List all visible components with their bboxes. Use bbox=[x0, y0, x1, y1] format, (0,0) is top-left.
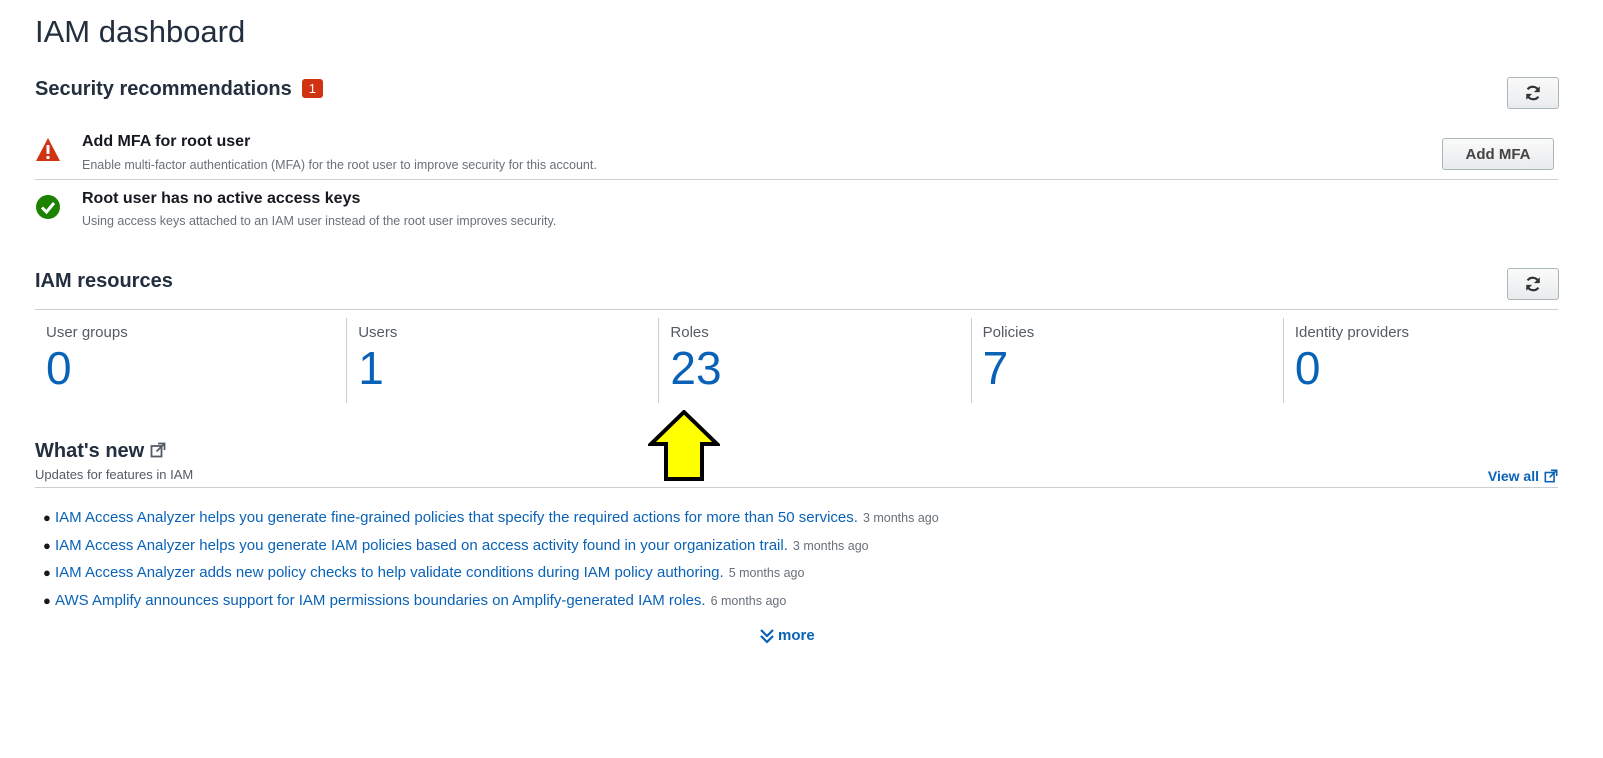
bullet: ● bbox=[43, 592, 51, 608]
annotation-up-arrow-icon bbox=[648, 410, 720, 481]
resource-count-link[interactable]: 7 bbox=[983, 345, 1009, 391]
bullet: ● bbox=[43, 537, 51, 553]
security-refresh-button[interactable] bbox=[1507, 77, 1559, 109]
iam-resources-title: IAM resources bbox=[35, 270, 173, 292]
resource-count-link[interactable]: 23 bbox=[670, 345, 721, 391]
resource-user-groups: User groups 0 bbox=[35, 318, 346, 403]
resource-users: Users 1 bbox=[346, 318, 658, 403]
recommendations-count-badge: 1 bbox=[301, 79, 323, 98]
news-link[interactable]: IAM Access Analyzer helps you generate I… bbox=[55, 537, 788, 554]
recommendation-title: Add MFA for root user bbox=[82, 133, 251, 150]
list-item: ● AWS Amplify announces support for IAM … bbox=[43, 592, 939, 620]
recommendation-title: Root user has no active access keys bbox=[82, 190, 361, 207]
recommendation-description: Using access keys attached to an IAM use… bbox=[82, 214, 557, 228]
refresh-icon bbox=[1526, 276, 1540, 292]
news-link[interactable]: AWS Amplify announces support for IAM pe… bbox=[55, 592, 706, 609]
resources-refresh-button[interactable] bbox=[1507, 268, 1559, 300]
resource-label: Users bbox=[358, 324, 398, 341]
view-all-link[interactable]: View all bbox=[1488, 468, 1558, 484]
page-title: IAM dashboard bbox=[35, 14, 246, 49]
bullet: ● bbox=[43, 510, 51, 525]
recommendation-description: Enable multi-factor authentication (MFA)… bbox=[82, 158, 597, 172]
external-link-icon bbox=[1544, 469, 1558, 483]
list-item: ● IAM Access Analyzer helps you generate… bbox=[43, 509, 939, 537]
external-link-icon bbox=[150, 442, 166, 458]
resource-policies: Policies 7 bbox=[970, 318, 1283, 403]
resource-count-link[interactable]: 0 bbox=[1295, 345, 1321, 391]
resource-roles: Roles 23 bbox=[658, 318, 970, 403]
check-circle-icon bbox=[36, 195, 60, 219]
resource-count-link[interactable]: 1 bbox=[358, 345, 384, 391]
whats-new-heading: What's new bbox=[35, 440, 166, 463]
view-all-label: View all bbox=[1487, 468, 1539, 484]
resource-label: Policies bbox=[982, 324, 1035, 341]
news-timestamp: 3 months ago bbox=[862, 511, 939, 525]
list-item: ● IAM Access Analyzer adds new policy ch… bbox=[43, 564, 939, 592]
whats-new-title: What's new bbox=[35, 440, 145, 462]
list-item: ● IAM Access Analyzer helps you generate… bbox=[43, 537, 939, 565]
security-recommendations-heading: Security recommendations 1 bbox=[35, 78, 323, 101]
add-mfa-button[interactable]: Add MFA bbox=[1442, 138, 1554, 170]
resource-label: User groups bbox=[46, 324, 128, 341]
news-timestamp: 6 months ago bbox=[710, 593, 787, 608]
resource-label: Roles bbox=[670, 324, 709, 341]
resource-count-link[interactable]: 0 bbox=[46, 345, 72, 391]
news-timestamp: 3 months ago bbox=[792, 538, 869, 553]
chevron-double-down-icon bbox=[760, 628, 774, 644]
news-link[interactable]: IAM Access Analyzer helps you generate f… bbox=[55, 509, 858, 526]
warning-icon bbox=[36, 138, 60, 161]
recommendation-no-access-keys: Root user has no active access keys Usin… bbox=[35, 190, 1558, 244]
recommendation-divider bbox=[35, 179, 1558, 180]
news-link[interactable]: IAM Access Analyzer adds new policy chec… bbox=[55, 564, 724, 581]
bullet: ● bbox=[43, 565, 51, 580]
whats-new-divider bbox=[35, 487, 1558, 488]
iam-resources-grid: User groups 0 Users 1 Roles 23 Policies … bbox=[35, 318, 1595, 403]
resource-label: Identity providers bbox=[1294, 324, 1410, 341]
refresh-icon bbox=[1526, 85, 1540, 101]
security-recommendations-title: Security recommendations bbox=[35, 78, 292, 100]
resource-identity-providers: Identity providers 0 bbox=[1282, 318, 1595, 403]
whats-new-list: ● IAM Access Analyzer helps you generate… bbox=[43, 509, 939, 619]
show-more-link[interactable]: more bbox=[759, 627, 815, 644]
resources-divider bbox=[35, 309, 1558, 310]
whats-new-subtitle: Updates for features in IAM bbox=[35, 467, 194, 482]
news-timestamp: 5 months ago bbox=[728, 566, 805, 580]
show-more-label: more bbox=[778, 627, 815, 644]
